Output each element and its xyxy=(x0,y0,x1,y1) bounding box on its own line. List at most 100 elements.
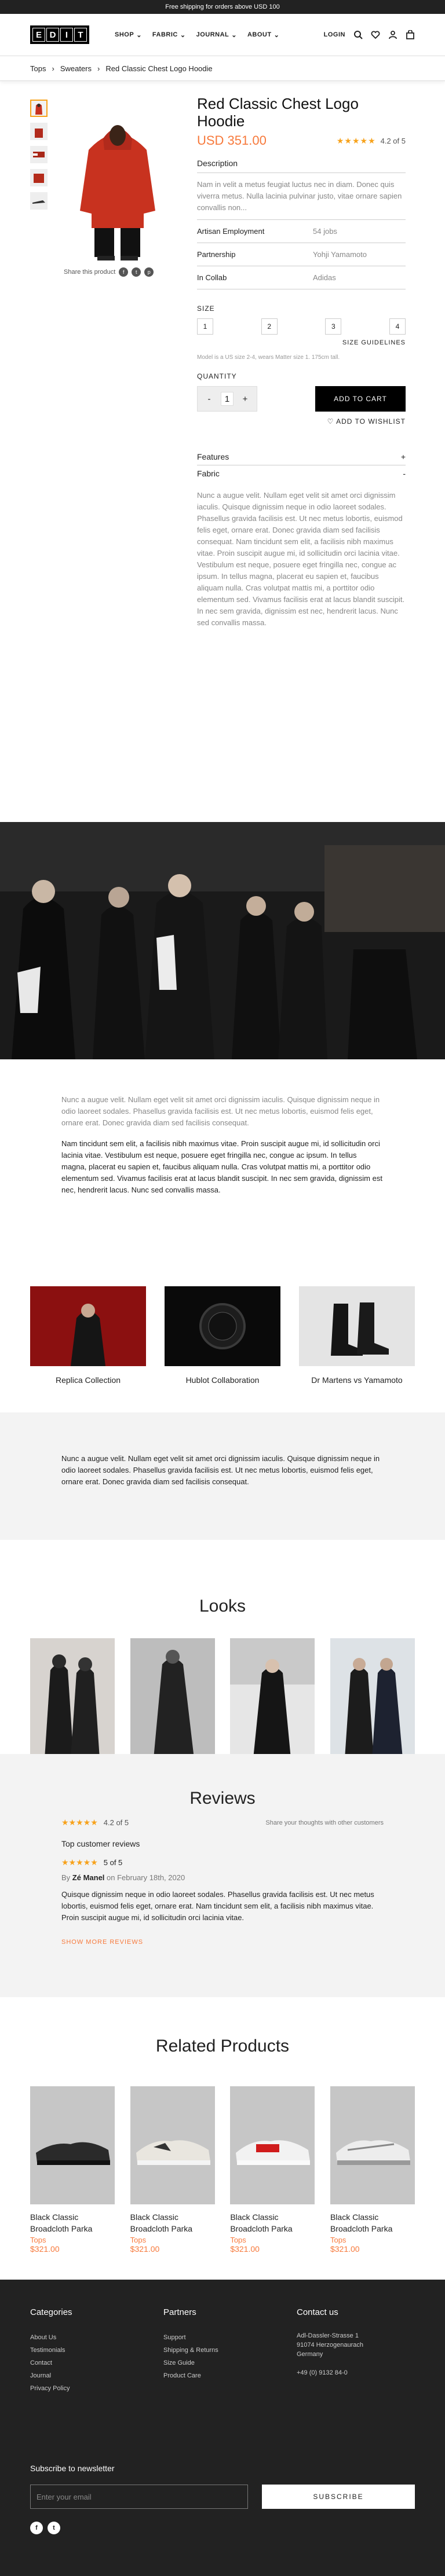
related-title: Related Products xyxy=(155,2036,290,2056)
size-option[interactable]: 1 xyxy=(197,318,213,335)
thumbnail[interactable] xyxy=(30,169,48,186)
decrease-button[interactable]: - xyxy=(198,394,221,404)
bag-icon[interactable] xyxy=(406,30,415,39)
nav-label: FABRIC xyxy=(152,31,178,38)
logo-letter: E xyxy=(32,28,45,42)
product-title: Red Classic Chest Logo Hoodie xyxy=(197,95,359,130)
description-text: Nam in velit a metus feugiat luctus nec … xyxy=(197,179,406,220)
collab-card[interactable]: Hublot Collaboration xyxy=(165,1286,280,1385)
increase-button[interactable]: + xyxy=(234,394,257,404)
thumbnail[interactable] xyxy=(30,192,48,210)
product-image xyxy=(30,2086,115,2204)
footer-contact: Contact us Adl-Dassler-Strasse 1 91074 H… xyxy=(297,2307,413,2377)
product-card[interactable]: Black Classic Broadcloth Parka Tops $321… xyxy=(30,2086,115,2254)
share-thoughts-link[interactable]: Share your thoughts with other customers xyxy=(265,1819,384,1826)
nav-about[interactable]: ABOUT ⌄ xyxy=(247,31,279,39)
look-image[interactable] xyxy=(330,1638,415,1759)
product-info: Red Classic Chest Logo Hoodie USD 351.00… xyxy=(197,95,406,629)
product-price: $321.00 xyxy=(230,2244,260,2254)
quote-section: Nunc a augue velit. Nullam eget velit si… xyxy=(0,1412,445,1540)
pinterest-icon[interactable]: p xyxy=(144,267,154,277)
contact-line: Germany xyxy=(297,2351,323,2358)
contact-line: Adl-Dassler-Strasse 1 xyxy=(297,2332,359,2339)
look-image[interactable] xyxy=(130,1638,215,1759)
footer-link[interactable]: Testimonials xyxy=(30,2344,146,2357)
size-option[interactable]: 2 xyxy=(261,318,278,335)
logo-letter: D xyxy=(46,28,59,42)
thumbnail[interactable] xyxy=(30,146,48,163)
contact-phone: +49 (0) 9132 84-0 xyxy=(297,2369,348,2376)
share-row: Share this product f t p xyxy=(64,267,173,277)
product-card[interactable]: Black Classic Broadcloth Parka Tops $321… xyxy=(130,2086,215,2254)
footer-categories: Categories About Us Testimonials Contact… xyxy=(30,2307,146,2395)
product-name: Black Classic Broadcloth Parka xyxy=(30,2212,93,2233)
size-options: 1 2 3 4 xyxy=(197,318,406,335)
breadcrumb-tops[interactable]: Tops xyxy=(30,64,46,73)
twitter-icon[interactable]: t xyxy=(48,2522,60,2534)
accordion-fabric[interactable]: Fabric - xyxy=(197,465,406,482)
footer-link[interactable]: Size Guide xyxy=(163,2357,279,2369)
nav-journal[interactable]: JOURNAL ⌄ xyxy=(196,31,237,39)
product-main-image[interactable] xyxy=(63,95,173,263)
subscribe-button[interactable]: SUBSCRIBE xyxy=(262,2485,415,2509)
footer-heading: Categories xyxy=(30,2307,72,2317)
show-more-reviews-link[interactable]: SHOW MORE REVIEWS xyxy=(61,1939,384,1946)
logo[interactable]: EDIT xyxy=(30,25,89,44)
review-date: on February 18th, 2020 xyxy=(107,1873,185,1882)
nav-fabric[interactable]: FABRIC ⌄ xyxy=(152,31,186,39)
accordion-features[interactable]: Features + xyxy=(197,449,406,465)
footer-link[interactable]: Contact xyxy=(30,2357,146,2369)
logo-letter: I xyxy=(60,28,73,42)
heart-icon[interactable] xyxy=(371,30,380,39)
add-to-cart-button[interactable]: ADD TO CART xyxy=(315,386,406,412)
add-to-wishlist-link[interactable]: ♡ ADD TO WISHLIST xyxy=(197,417,406,425)
facebook-icon[interactable]: f xyxy=(30,2522,43,2534)
collab-title: Dr Martens vs Yamamoto xyxy=(311,1375,403,1385)
login-link[interactable]: LOGIN xyxy=(324,31,345,38)
breadcrumb-sweaters[interactable]: Sweaters xyxy=(60,64,92,73)
runway-banner-image xyxy=(0,822,445,1059)
minus-icon: - xyxy=(403,469,406,478)
collab-image xyxy=(30,1286,146,1366)
look-image[interactable] xyxy=(30,1638,115,1759)
collab-card[interactable]: Replica Collection xyxy=(30,1286,146,1385)
product-image xyxy=(230,2086,315,2204)
top-reviews-heading: Top customer reviews xyxy=(61,1839,140,1848)
product-card[interactable]: Black Classic Broadcloth Parka Tops $321… xyxy=(330,2086,415,2254)
look-image[interactable] xyxy=(230,1638,315,1759)
spec-row: In Collab Adidas xyxy=(197,266,406,289)
footer-link[interactable]: About Us xyxy=(30,2331,146,2344)
story-body: Nam tincidunt sem elit, a facilisis nibh… xyxy=(61,1139,382,1194)
footer-heading: Contact us xyxy=(297,2307,338,2317)
size-option[interactable]: 4 xyxy=(389,318,406,335)
footer-link[interactable]: Shipping & Returns xyxy=(163,2344,279,2357)
product-price: $321.00 xyxy=(130,2244,160,2254)
collab-card[interactable]: Dr Martens vs Yamamoto xyxy=(299,1286,415,1385)
twitter-icon[interactable]: t xyxy=(132,267,141,277)
email-field[interactable]: Enter your email xyxy=(30,2485,248,2509)
footer-link[interactable]: Support xyxy=(163,2331,279,2344)
product-name: Black Classic Broadcloth Parka xyxy=(330,2212,393,2233)
footer-link[interactable]: Journal xyxy=(30,2369,146,2382)
collab-title: Hublot Collaboration xyxy=(185,1375,260,1385)
quantity-input[interactable]: 1 xyxy=(221,392,234,406)
review-text: Quisque dignissim neque in odio laoreet … xyxy=(61,1890,374,1922)
thumbnail[interactable] xyxy=(30,123,48,140)
newsletter-heading: Subscribe to newsletter xyxy=(30,2464,115,2473)
breadcrumb-current: Red Classic Chest Logo Hoodie xyxy=(105,64,213,73)
rating-text: 4.2 of 5 xyxy=(380,136,406,145)
product-card[interactable]: Black Classic Broadcloth Parka Tops $321… xyxy=(230,2086,315,2254)
rating-stars: ★★★★★ xyxy=(336,135,376,145)
nav-shop[interactable]: SHOP ⌄ xyxy=(115,31,142,39)
nav-label: ABOUT xyxy=(247,31,272,38)
looks-title: Looks xyxy=(199,1597,246,1616)
size-guidelines-link[interactable]: SIZE GUIDELINES xyxy=(197,339,406,346)
size-option[interactable]: 3 xyxy=(325,318,342,335)
footer-link[interactable]: Product Care xyxy=(163,2369,279,2382)
quantity-label: QUANTITY xyxy=(197,372,237,380)
search-icon[interactable] xyxy=(353,30,363,39)
user-icon[interactable] xyxy=(388,30,397,39)
facebook-icon[interactable]: f xyxy=(119,267,129,277)
thumbnail[interactable] xyxy=(30,100,48,117)
footer-link[interactable]: Privacy Policy xyxy=(30,2382,146,2395)
